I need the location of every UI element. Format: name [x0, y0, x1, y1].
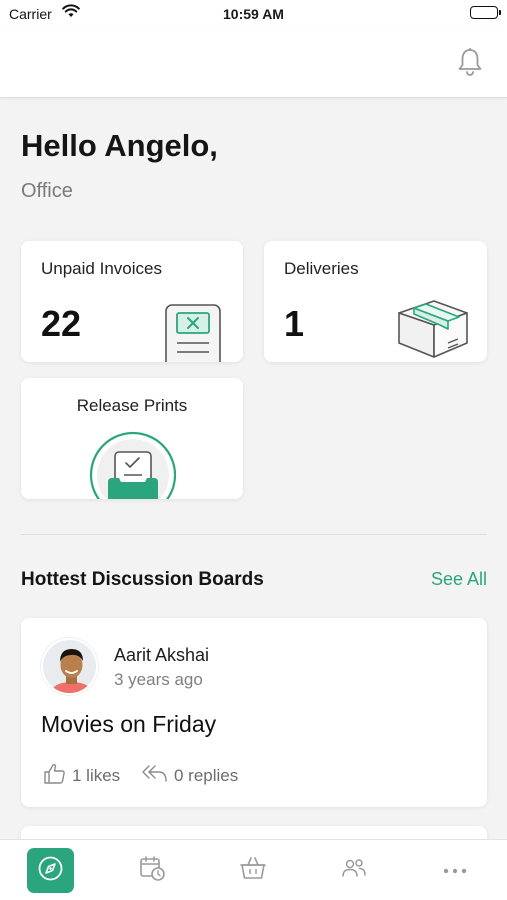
likes-count: 1 likes — [72, 766, 121, 785]
clock: 10:59 AM — [223, 6, 284, 22]
printer-icon — [88, 430, 178, 499]
basket-icon — [239, 855, 267, 886]
app-header — [0, 30, 507, 98]
tab-active-indicator — [27, 848, 74, 893]
deliveries-count: 1 — [284, 303, 305, 344]
deliveries-card[interactable]: Deliveries 1 — [264, 241, 487, 362]
unpaid-invoices-card[interactable]: Unpaid Invoices 22 — [21, 241, 243, 362]
more-icon — [442, 862, 468, 880]
tab-more[interactable] — [404, 840, 505, 900]
greeting-title: Hello Angelo, — [21, 128, 218, 163]
release-prints-label: Release Prints — [76, 396, 188, 415]
section-divider — [21, 534, 487, 535]
invoice-icon — [164, 303, 222, 362]
post-title: Movies on Friday — [41, 711, 217, 737]
release-prints-card[interactable]: Release Prints — [21, 378, 243, 499]
location-label: Office — [21, 180, 73, 202]
bell-icon[interactable] — [455, 46, 485, 78]
unpaid-invoices-count: 22 — [41, 303, 82, 344]
thumbs-up-icon — [43, 763, 66, 789]
compass-icon — [37, 855, 64, 887]
replies-stat[interactable]: 0 replies — [141, 763, 238, 788]
tab-shop[interactable] — [202, 840, 303, 900]
tab-bar — [0, 839, 507, 900]
reply-all-icon — [141, 763, 168, 788]
unpaid-invoices-label: Unpaid Invoices — [41, 259, 162, 278]
people-icon — [340, 857, 368, 884]
post-author: Aarit Akshai — [114, 645, 210, 665]
calendar-clock-icon — [138, 854, 166, 887]
package-icon — [396, 295, 470, 362]
tab-community[interactable] — [303, 840, 404, 900]
post-time: 3 years ago — [114, 670, 203, 689]
battery-icon — [470, 6, 501, 19]
avatar — [41, 638, 98, 695]
replies-count: 0 replies — [174, 765, 239, 785]
discussion-card[interactable]: Aarit Akshai 3 years ago Movies on Frida… — [21, 618, 487, 807]
see-all-link[interactable]: See All — [431, 569, 487, 590]
deliveries-label: Deliveries — [284, 259, 359, 278]
tab-explore[interactable] — [0, 840, 101, 900]
status-bar: Carrier 10:59 AM — [0, 0, 507, 30]
section-title: Hottest Discussion Boards — [21, 569, 264, 590]
likes-stat[interactable]: 1 likes — [43, 763, 120, 789]
tab-bookings[interactable] — [101, 840, 202, 900]
